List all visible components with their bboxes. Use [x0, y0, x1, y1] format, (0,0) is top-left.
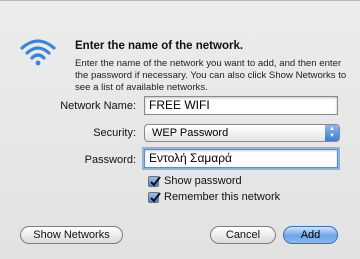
password-label: Password:: [84, 154, 136, 166]
security-select-value: WEP Password: [152, 127, 229, 139]
wifi-icon: [20, 39, 56, 66]
network-name-field[interactable]: FREE WIFI: [144, 96, 338, 115]
add-network-dialog: Enter the name of the network. Enter the…: [0, 0, 360, 259]
password-field[interactable]: Εντολή Σαμαρά: [144, 149, 338, 168]
security-select[interactable]: WEP Password ▲ ▼: [144, 124, 340, 142]
checkmark-icon: [150, 175, 161, 187]
network-name-label: Network Name:: [60, 100, 136, 112]
dialog-description: Enter the name of the network you want t…: [75, 58, 347, 94]
checkmark-icon: [150, 191, 161, 203]
cancel-button[interactable]: Cancel: [210, 226, 276, 244]
dialog-heading: Enter the name of the network.: [75, 40, 244, 52]
show-password-option[interactable]: Show password: [148, 175, 242, 187]
up-down-arrows-icon: ▲ ▼: [325, 125, 339, 141]
add-button[interactable]: Add: [283, 226, 338, 244]
show-networks-button[interactable]: Show Networks: [20, 226, 123, 244]
remember-network-option[interactable]: Remember this network: [148, 191, 280, 203]
show-password-checkbox[interactable]: [148, 175, 161, 187]
show-password-label: Show password: [164, 175, 242, 187]
remember-network-checkbox[interactable]: [148, 191, 161, 203]
remember-network-label: Remember this network: [164, 191, 281, 203]
security-label: Security:: [93, 127, 136, 139]
